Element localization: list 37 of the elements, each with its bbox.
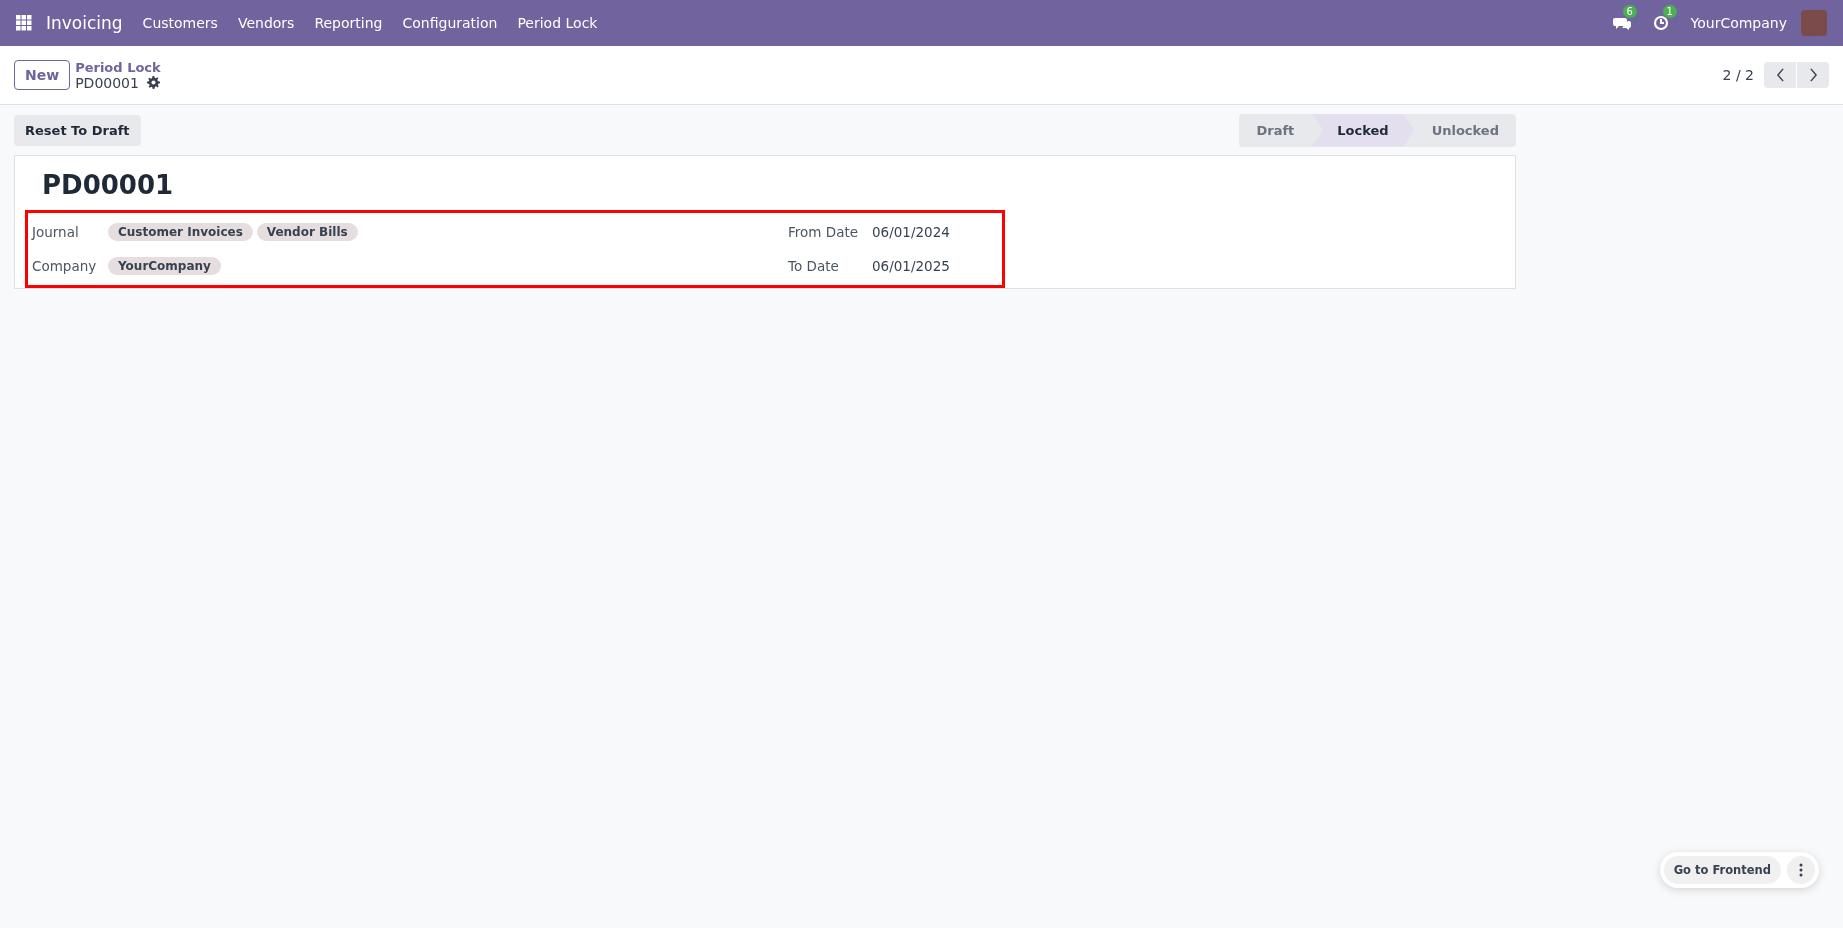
field-label: Journal (32, 224, 80, 240)
app-name[interactable]: Invoicing (46, 13, 123, 33)
previous-button[interactable] (1764, 62, 1796, 88)
pager-counter: 2 / 2 (1722, 67, 1754, 83)
menu-item[interactable]: Vendors (237, 15, 295, 31)
menu-item[interactable]: Configuration (402, 15, 498, 31)
status-stage[interactable]: Unlocked (1414, 113, 1516, 147)
menu-item[interactable]: Customers (142, 15, 218, 31)
field-label: To Date (788, 258, 840, 274)
chevron-left-icon (1775, 68, 1785, 82)
status-stage[interactable]: Draft (1239, 113, 1312, 147)
record-name: PD00001 (75, 74, 139, 91)
app-grid-icon[interactable] (16, 15, 32, 31)
date-value[interactable]: 06/01/2025 (872, 258, 950, 274)
next-button[interactable] (1797, 62, 1829, 88)
notification-badge: 6 (1622, 5, 1637, 18)
gear-icon[interactable] (146, 76, 160, 89)
menu-item[interactable]: Period Lock (517, 15, 598, 31)
vertical-dots-icon (1799, 863, 1803, 877)
record-title: PD00001 (42, 170, 175, 200)
chat-icon[interactable] (1612, 15, 1631, 31)
field-label: Company (32, 258, 98, 274)
go-to-frontend-button[interactable]: Go to Frontend (1663, 856, 1781, 884)
tag[interactable]: Vendor Bills (256, 223, 358, 241)
chevron-right-icon (1808, 68, 1818, 82)
menu-item[interactable]: Reporting (314, 15, 383, 31)
reset-to-draft-button[interactable]: Reset To Draft (14, 114, 141, 146)
clock-icon[interactable] (1652, 15, 1669, 31)
date-value[interactable]: 06/01/2024 (872, 224, 950, 240)
company-name[interactable]: YourCompany (1690, 15, 1787, 31)
tag[interactable]: YourCompany (108, 257, 221, 275)
status-stage[interactable]: Locked (1311, 113, 1415, 147)
tag[interactable]: Customer Invoices (108, 223, 253, 241)
notification-badge: 1 (1662, 5, 1677, 18)
new-button[interactable]: New (14, 60, 71, 90)
field-label: From Date (788, 224, 859, 240)
breadcrumb-link[interactable]: Period Lock (75, 59, 161, 75)
